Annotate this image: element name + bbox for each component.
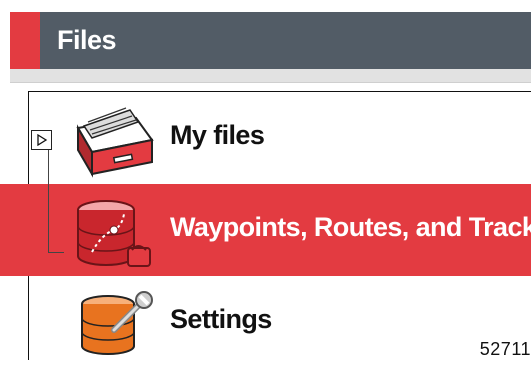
header-substrip [10,69,531,83]
settings-database-icon [78,290,160,367]
tree-item-my-files[interactable]: My files [0,92,531,184]
waypoints-database-icon [68,190,160,279]
header-bar: Files [10,12,531,69]
tree-connector-vertical [48,150,49,252]
tree-item-label: My files [170,120,265,150]
tree-item-label: Waypoints, Routes, and Tracks [170,212,531,242]
header-accent [10,12,40,69]
triangle-right-icon [37,134,48,146]
expand-toggle[interactable] [31,130,52,150]
tree-connector-horizontal [48,252,64,253]
tree-item-waypoints-routes-tracks[interactable]: Waypoints, Routes, and Tracks [0,184,531,276]
files-window: Files My files Waypoints, Routes, and Tr… [0,0,531,360]
tree-item-settings[interactable]: Settings [0,276,531,360]
tree-item-label: Settings [170,304,272,334]
page-title: Files [57,25,117,55]
drawer-icon [66,100,156,185]
figure-number: 52711 [479,339,531,359]
